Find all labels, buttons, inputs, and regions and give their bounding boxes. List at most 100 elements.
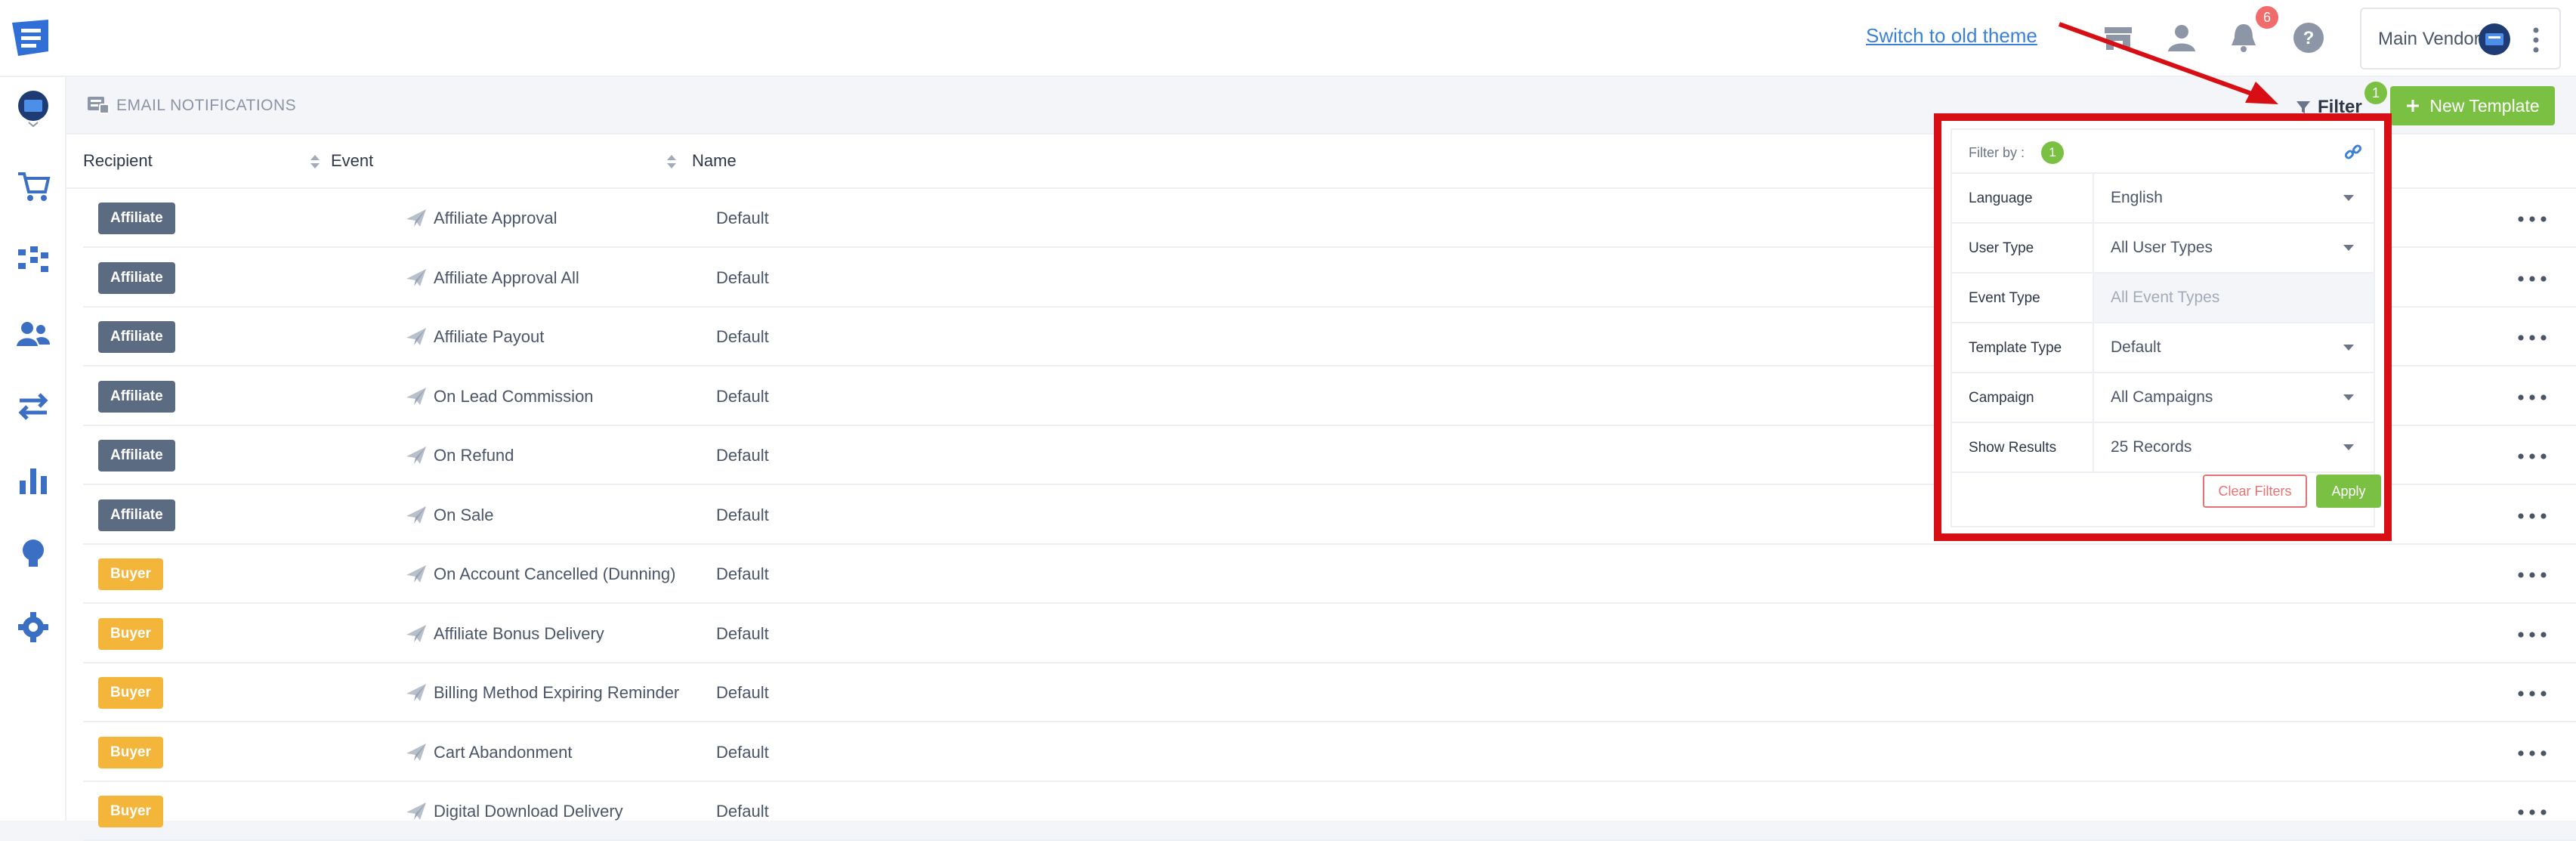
table-row[interactable]: Buyer Billing Method Expiring Reminder Def… <box>83 663 2576 722</box>
vertical-dots-icon[interactable] <box>2532 26 2540 54</box>
event-name[interactable]: Digital Download Delivery <box>434 802 623 821</box>
recipient-badge: Buyer <box>98 677 163 709</box>
recipient-badge: Affiliate <box>98 499 175 531</box>
table-row[interactable]: Buyer Affiliate Bonus Delivery Default <box>83 604 2576 663</box>
chevron-down-icon <box>2343 345 2354 351</box>
column-header-event[interactable]: Event <box>331 151 373 171</box>
event-name[interactable]: Cart Abandonment <box>434 743 572 762</box>
vendor-avatar-icon <box>2479 23 2510 55</box>
more-options-icon[interactable] <box>2517 453 2547 459</box>
cart-icon[interactable] <box>14 168 53 204</box>
recipient-badge: Buyer <box>98 617 163 650</box>
event-name[interactable]: Affiliate Payout <box>434 327 544 347</box>
filter-select[interactable]: All Campaigns <box>2094 373 2374 422</box>
filter-row: Event Type All Event Types <box>1952 274 2374 323</box>
filter-select[interactable]: 25 Records <box>2094 423 2374 472</box>
recipient-badge: Affiliate <box>98 380 175 413</box>
filter-select-value: All Campaigns <box>2111 388 2213 406</box>
filter-field-label: Show Results <box>1969 440 2057 456</box>
template-name: Default <box>716 742 769 762</box>
event-name[interactable]: On Sale <box>434 506 494 525</box>
more-options-icon[interactable] <box>2517 216 2547 222</box>
filter-select[interactable]: English <box>2094 174 2374 222</box>
sort-icon[interactable] <box>665 153 678 171</box>
more-options-icon[interactable] <box>2517 394 2547 400</box>
store-icon[interactable] <box>2100 20 2136 56</box>
new-template-button[interactable]: New Template <box>2390 86 2555 125</box>
table-row[interactable]: Buyer On Account Cancelled (Dunning) Defau… <box>83 545 2576 604</box>
template-name: Default <box>716 683 769 702</box>
table-row[interactable]: Buyer Cart Abandonment Default <box>83 723 2576 782</box>
event-name[interactable]: Affiliate Bonus Delivery <box>434 624 604 644</box>
template-name: Default <box>716 446 769 465</box>
lightbulb-icon[interactable] <box>14 536 53 573</box>
more-options-icon[interactable] <box>2517 631 2547 638</box>
paper-plane-icon <box>406 565 426 583</box>
svg-text:?: ? <box>2303 28 2315 48</box>
new-template-label: New Template <box>2429 95 2540 116</box>
filter-row: User Type All User Types <box>1952 224 2374 274</box>
table-row[interactable]: Buyer Digital Download Delivery Default <box>83 782 2576 841</box>
switch-old-theme-link[interactable]: Switch to old theme <box>1866 24 2037 48</box>
paper-plane-icon <box>406 447 426 464</box>
template-name: Default <box>716 267 769 287</box>
email-notifications-icon <box>88 97 110 114</box>
filter-select-value: All User Types <box>2111 239 2213 256</box>
paper-plane-icon <box>406 506 426 524</box>
app-logo-icon[interactable] <box>9 18 51 57</box>
filter-select[interactable]: Default <box>2094 323 2374 372</box>
column-header-recipient[interactable]: Recipient <box>83 151 153 171</box>
column-header-name[interactable]: Name <box>692 151 737 171</box>
transfer-icon[interactable] <box>14 388 53 425</box>
template-name: Default <box>716 209 769 227</box>
paper-plane-icon <box>406 328 426 345</box>
settings-icon[interactable] <box>14 609 53 645</box>
event-name[interactable]: Affiliate Approval All <box>434 268 579 288</box>
apply-button[interactable]: Apply <box>2316 475 2381 508</box>
filter-select[interactable]: All User Types <box>2094 224 2374 272</box>
sort-icon[interactable] <box>308 153 322 171</box>
filter-by-label: Filter by : <box>1969 145 2025 160</box>
more-options-icon[interactable] <box>2517 809 2547 815</box>
event-name[interactable]: Affiliate Approval <box>434 209 557 228</box>
filter-panel-content: Filter by : 1 Language English User Type Al… <box>1951 128 2381 527</box>
paper-plane-icon <box>406 684 426 701</box>
event-name[interactable]: On Refund <box>434 446 514 465</box>
paper-plane-icon <box>406 268 426 286</box>
users-icon[interactable] <box>14 316 53 352</box>
filter-row: Campaign All Campaigns <box>1952 373 2374 423</box>
chevron-down-icon <box>2343 394 2354 400</box>
more-options-icon[interactable] <box>2517 275 2547 282</box>
link-icon[interactable] <box>2343 142 2363 162</box>
more-options-icon[interactable] <box>2517 572 2547 578</box>
recipient-badge: Buyer <box>98 736 163 768</box>
recipient-badge: Buyer <box>98 558 163 590</box>
filter-panel: Filter by : 1 Language English User Type Al… <box>1934 113 2392 541</box>
clear-filters-button[interactable]: Clear Filters <box>2203 475 2307 508</box>
template-name: Default <box>716 623 769 643</box>
event-name[interactable]: Billing Method Expiring Reminder <box>434 683 679 703</box>
user-icon[interactable] <box>2164 20 2200 56</box>
template-name: Default <box>716 505 769 524</box>
notification-count-badge: 6 <box>2256 6 2278 29</box>
more-options-icon[interactable] <box>2517 512 2547 519</box>
filter-select-value: Default <box>2111 339 2161 356</box>
more-options-icon[interactable] <box>2517 750 2547 756</box>
bell-icon[interactable] <box>2225 20 2262 56</box>
chevron-down-icon <box>2343 444 2354 450</box>
template-name: Default <box>716 327 769 346</box>
vendor-avatar-icon[interactable] <box>14 91 53 127</box>
help-icon[interactable]: ? <box>2290 20 2327 56</box>
recipient-badge: Affiliate <box>98 321 175 353</box>
filter-field-label: Template Type <box>1969 340 2062 356</box>
recipient-badge: Affiliate <box>98 203 175 234</box>
chart-icon[interactable] <box>14 462 53 499</box>
event-name[interactable]: On Lead Commission <box>434 387 594 407</box>
event-name[interactable]: On Account Cancelled (Dunning) <box>434 564 675 584</box>
vendor-switcher[interactable]: Main Vendor <box>2360 8 2561 70</box>
more-options-icon[interactable] <box>2517 335 2547 341</box>
recipient-badge: Affiliate <box>98 261 175 294</box>
filter-panel-header: Filter by : 1 <box>1952 130 2374 174</box>
funnel-icon[interactable] <box>14 242 53 278</box>
more-options-icon[interactable] <box>2517 691 2547 697</box>
